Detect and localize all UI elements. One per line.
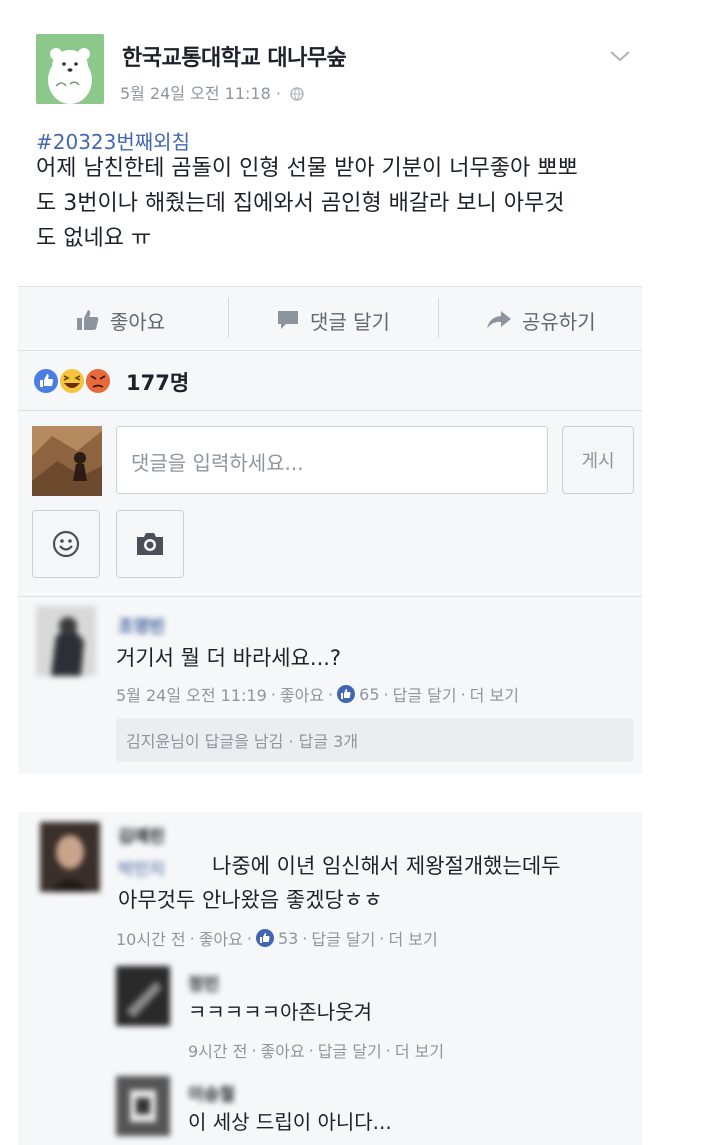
reaction-summary[interactable] (32, 365, 122, 397)
reply-like-link[interactable]: 좋아요 (261, 1038, 305, 1062)
commenter-avatar[interactable] (40, 822, 100, 892)
reply-avatar[interactable] (116, 966, 170, 1026)
comment-text-line-1: 나중에 이년 임신해서 제왕절개했는데두 (212, 854, 561, 878)
comment-more-link[interactable]: 더 보기 (388, 926, 437, 950)
camera-icon (137, 533, 163, 555)
share-icon (487, 311, 511, 329)
comment-text: 거기서 뭘 더 바라세요...? (116, 646, 342, 670)
post-body-line-2: 도 3번이나 해줬는데 집에와서 곰인형 배갈라 보니 아무것 (36, 191, 565, 216)
reply-text: 이 세상 드립이 아니다... (188, 1110, 392, 1134)
comment-more-link[interactable]: 더 보기 (470, 682, 519, 706)
post-body-line-3: 도 없네요 ㅠ (36, 226, 152, 251)
divider (18, 286, 642, 287)
comment-like-count[interactable]: 53 (278, 929, 298, 948)
smiley-icon (52, 530, 80, 558)
reply-meta: 9시간 전 · 좋아요 · 답글 달기 · 더 보기 (188, 1038, 444, 1062)
action-separator (228, 298, 229, 338)
like-button[interactable]: 좋아요 (76, 300, 165, 340)
like-count-icon (255, 929, 274, 947)
comment-meta: 5월 24일 오전 11:19 · 좋아요 · 65 · 답글 달기 · 더 보… (116, 682, 519, 706)
comment-label: 댓글 달기 (310, 309, 390, 334)
tagged-user[interactable]: 박민지 (118, 855, 165, 880)
page-name[interactable]: 한국교통대학교 대나무숲 (122, 40, 347, 72)
page-avatar[interactable] (36, 34, 104, 104)
thumbs-up-icon (77, 310, 99, 330)
comment-like-count[interactable]: 65 (359, 685, 379, 704)
comment-time[interactable]: 10시간 전 (116, 926, 186, 950)
reply-reply-link[interactable]: 답글 달기 (318, 1038, 382, 1062)
comment-like-link[interactable]: 좋아요 (280, 682, 324, 706)
reply-more-link[interactable]: 더 보기 (395, 1038, 444, 1062)
commenter-name[interactable]: 조영빈 (118, 612, 165, 637)
photo-button[interactable] (116, 510, 184, 578)
comment-text-line-2: 아무것두 안나왔음 좋겠당ㅎㅎ (118, 888, 383, 912)
comment-icon (278, 311, 298, 329)
post-body-line-1: 어제 남친한테 곰돌이 인형 선물 받아 기분이 너무좋아 뽀뽀 (36, 156, 578, 181)
divider (18, 350, 642, 351)
current-user-avatar (32, 426, 102, 496)
share-label: 공유하기 (522, 309, 596, 334)
divider (18, 596, 642, 597)
post-hashtag[interactable]: #20323번째외침 (36, 126, 190, 155)
commenter-name[interactable]: 김예린 (118, 822, 165, 847)
reply-summary[interactable]: 김지윤님이 답글을 남김 · 답글 3개 (116, 718, 634, 762)
post-comment-button[interactable]: 게시 (562, 426, 634, 494)
comment-reply-link[interactable]: 답글 달기 (393, 682, 457, 706)
divider (18, 410, 642, 411)
share-button[interactable]: 공유하기 (486, 300, 596, 340)
chevron-down-icon[interactable] (606, 44, 634, 68)
haha-icon (58, 367, 86, 395)
reply-avatar[interactable] (116, 1076, 170, 1136)
reply-time[interactable]: 9시간 전 (188, 1038, 247, 1062)
post-time: 5월 24일 오전 11:18 · (120, 84, 281, 103)
reply-author[interactable]: 이승철 (188, 1080, 235, 1105)
comment-like-link[interactable]: 좋아요 (199, 926, 243, 950)
like-label: 좋아요 (110, 309, 166, 334)
comment-time[interactable]: 5월 24일 오전 11:19 (116, 682, 267, 706)
comment-input[interactable]: 댓글을 입력하세요... (116, 426, 548, 494)
reply-author[interactable]: 정민 (188, 970, 219, 995)
commenter-avatar[interactable] (36, 606, 96, 676)
angry-icon (84, 367, 112, 395)
like-icon (32, 367, 60, 395)
emoji-button[interactable] (32, 510, 100, 578)
action-separator (438, 298, 439, 338)
comment-reply-link[interactable]: 답글 달기 (311, 926, 375, 950)
reply-text: ㅋㅋㅋㅋㅋ아존나웃겨 (188, 1000, 372, 1024)
comment-meta: 10시간 전 · 좋아요 · 53 · 답글 달기 · 더 보기 (116, 926, 438, 950)
comment-button[interactable]: 댓글 달기 (276, 300, 390, 340)
globe-icon (290, 87, 304, 101)
like-count-icon (337, 685, 356, 703)
post-timestamp[interactable]: 5월 24일 오전 11:18 · (120, 80, 304, 104)
reaction-count[interactable]: 177명 (126, 367, 189, 397)
